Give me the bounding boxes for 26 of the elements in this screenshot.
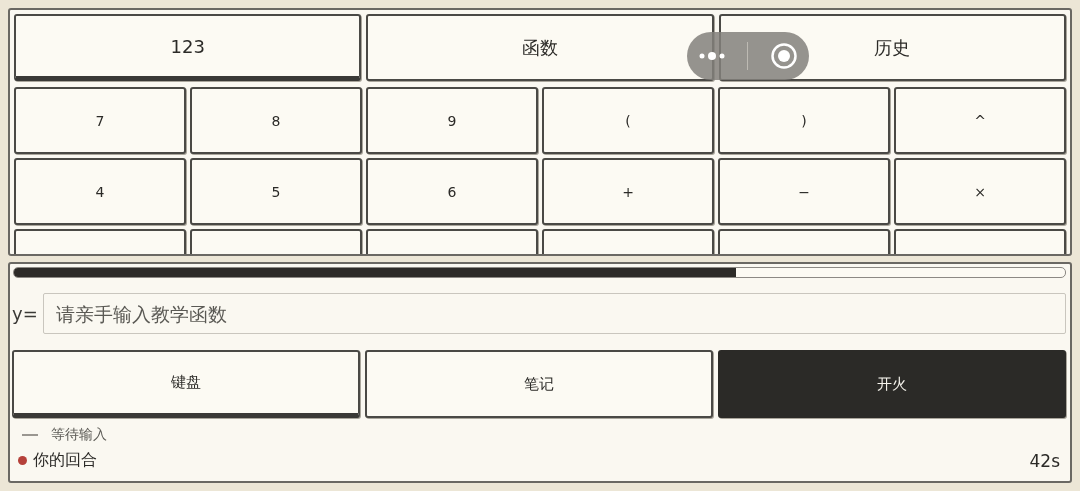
turn-label: 你的回合 <box>33 450 98 471</box>
function-input[interactable]: 请亲手输入教学函数 <box>42 293 1066 334</box>
fire-button[interactable]: 开火 <box>718 350 1066 418</box>
mode-button[interactable]: 键盘 <box>12 350 360 418</box>
key-button[interactable]: 8 <box>190 87 362 154</box>
more-icon[interactable] <box>697 50 726 62</box>
key-button[interactable]: × <box>894 158 1066 225</box>
key-button[interactable]: 7 <box>14 87 186 154</box>
key-button[interactable]: ) <box>718 87 890 154</box>
dash-icon <box>22 434 38 436</box>
key-button[interactable]: + <box>542 158 714 225</box>
key-button[interactable]: 6 <box>366 158 538 225</box>
tab[interactable]: 123 <box>14 14 362 81</box>
countdown: 42s <box>1029 450 1060 471</box>
close-icon[interactable] <box>770 42 799 70</box>
key-button[interactable]: ^ <box>894 87 1066 154</box>
key-button[interactable]: 9 <box>366 87 538 154</box>
status-message: 等待输入 <box>51 426 107 444</box>
key-button[interactable]: − <box>718 158 890 225</box>
key-button[interactable]: ( <box>542 87 714 154</box>
tab[interactable]: 函数 <box>366 14 714 81</box>
key-button[interactable]: 5 <box>190 158 362 225</box>
input-prefix: y= <box>12 303 38 324</box>
key-button[interactable]: 4 <box>14 158 186 225</box>
mode-button[interactable]: 笔记 <box>365 350 713 418</box>
capsule-menu[interactable] <box>687 32 809 80</box>
